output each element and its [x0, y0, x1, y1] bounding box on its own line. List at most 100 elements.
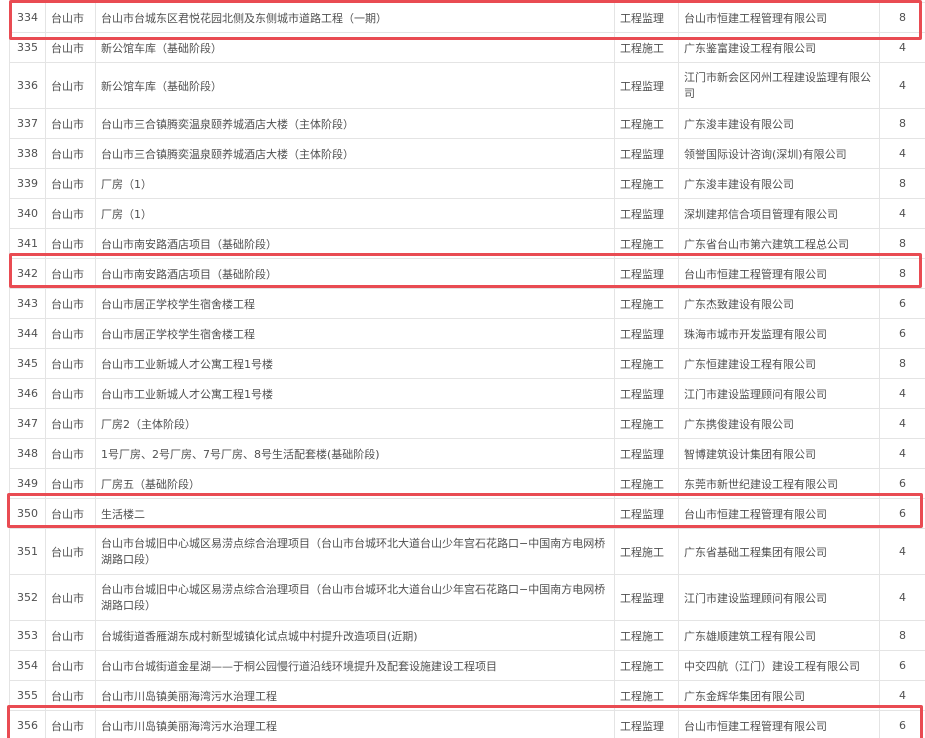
- table-row: 335 台山市 新公馆车库（基础阶段） 工程施工 广东鉴富建设工程有限公司 4: [9, 32, 925, 63]
- row-number: 354: [9, 650, 46, 681]
- score-cell: 8: [879, 168, 925, 199]
- score-cell: 4: [879, 198, 925, 229]
- work-type-cell: 工程监理: [614, 574, 679, 621]
- table-row: 356 台山市 台山市川岛镇美丽海湾污水治理工程 工程监理 台山市恒建工程管理有限公司 6: [9, 710, 925, 738]
- project-name-cell: 台山市三合镇腾奕温泉颐养城酒店大楼（主体阶段）: [95, 108, 615, 139]
- project-name-cell: 台城街道香雁湖东成村新型城镇化试点城中村提升改造项目(近期): [95, 620, 615, 651]
- score-cell: 4: [879, 138, 925, 169]
- table-row: 352 台山市 台山市台城旧中心城区易涝点综合治理项目（台山市台城环北大道台山少年宫…: [9, 574, 925, 621]
- row-number: 335: [9, 32, 46, 63]
- project-name-cell: 台山市台城东区君悦花园北侧及东侧城市道路工程（一期）: [95, 2, 615, 33]
- score-cell: 8: [879, 228, 925, 259]
- row-number: 353: [9, 620, 46, 651]
- project-name-cell: 台山市川岛镇美丽海湾污水治理工程: [95, 710, 615, 738]
- row-number: 351: [9, 528, 46, 575]
- score-cell: 4: [879, 32, 925, 63]
- company-cell: 广东鉴富建设工程有限公司: [678, 32, 880, 63]
- city-cell: 台山市: [45, 498, 96, 529]
- city-cell: 台山市: [45, 620, 96, 651]
- city-cell: 台山市: [45, 2, 96, 33]
- score-cell: 4: [879, 574, 925, 621]
- row-number: 342: [9, 258, 46, 289]
- table-row: 343 台山市 台山市居正学校学生宿舍楼工程 工程施工 广东杰致建设有限公司 6: [9, 288, 925, 319]
- row-number: 337: [9, 108, 46, 139]
- work-type-cell: 工程施工: [614, 650, 679, 681]
- city-cell: 台山市: [45, 318, 96, 349]
- score-cell: 4: [879, 62, 925, 109]
- project-name-cell: 台山市工业新城人才公寓工程1号楼: [95, 378, 615, 409]
- row-number: 339: [9, 168, 46, 199]
- work-type-cell: 工程监理: [614, 258, 679, 289]
- project-name-cell: 台山市台城旧中心城区易涝点综合治理项目（台山市台城环北大道台山少年宫石花路口−中…: [95, 574, 615, 621]
- table-body: 334 台山市 台山市台城东区君悦花园北侧及东侧城市道路工程（一期） 工程监理 台山市恒…: [9, 2, 925, 738]
- table-row: 345 台山市 台山市工业新城人才公寓工程1号楼 工程施工 广东恒建建设工程有限公司 8: [9, 348, 925, 379]
- table-row: 342 台山市 台山市南安路酒店项目（基础阶段） 工程监理 台山市恒建工程管理有限公司 8: [9, 258, 925, 289]
- company-cell: 广东金辉华集团有限公司: [678, 680, 880, 711]
- company-cell: 领誉国际设计咨询(深圳)有限公司: [678, 138, 880, 169]
- data-table: 334 台山市 台山市台城东区君悦花园北侧及东侧城市道路工程（一期） 工程监理 台山市恒…: [9, 2, 925, 738]
- work-type-cell: 工程施工: [614, 408, 679, 439]
- work-type-cell: 工程施工: [614, 108, 679, 139]
- company-cell: 深圳建邦信合项目管理有限公司: [678, 198, 880, 229]
- project-name-cell: 生活楼二: [95, 498, 615, 529]
- company-cell: 江门市新会区冈州工程建设监理有限公司: [678, 62, 880, 109]
- company-cell: 广东携俊建设有限公司: [678, 408, 880, 439]
- city-cell: 台山市: [45, 108, 96, 139]
- work-type-cell: 工程施工: [614, 32, 679, 63]
- project-name-cell: 厂房（1）: [95, 198, 615, 229]
- company-cell: 广东恒建建设工程有限公司: [678, 348, 880, 379]
- company-cell: 东莞市新世纪建设工程有限公司: [678, 468, 880, 499]
- score-cell: 8: [879, 620, 925, 651]
- company-cell: 智博建筑设计集团有限公司: [678, 438, 880, 469]
- row-number: 348: [9, 438, 46, 469]
- work-type-cell: 工程监理: [614, 498, 679, 529]
- row-number: 347: [9, 408, 46, 439]
- work-type-cell: 工程监理: [614, 438, 679, 469]
- city-cell: 台山市: [45, 680, 96, 711]
- table-row: 351 台山市 台山市台城旧中心城区易涝点综合治理项目（台山市台城环北大道台山少年宫…: [9, 528, 925, 575]
- city-cell: 台山市: [45, 408, 96, 439]
- table-row: 337 台山市 台山市三合镇腾奕温泉颐养城酒店大楼（主体阶段） 工程施工 广东浚丰建设有…: [9, 108, 925, 139]
- city-cell: 台山市: [45, 378, 96, 409]
- project-name-cell: 台山市工业新城人才公寓工程1号楼: [95, 348, 615, 379]
- work-type-cell: 工程施工: [614, 680, 679, 711]
- row-number: 340: [9, 198, 46, 229]
- city-cell: 台山市: [45, 348, 96, 379]
- row-number: 349: [9, 468, 46, 499]
- work-type-cell: 工程监理: [614, 62, 679, 109]
- company-cell: 广东省台山市第六建筑工程总公司: [678, 228, 880, 259]
- score-cell: 8: [879, 2, 925, 33]
- project-name-cell: 台山市三合镇腾奕温泉颐养城酒店大楼（主体阶段）: [95, 138, 615, 169]
- company-cell: 广东杰致建设有限公司: [678, 288, 880, 319]
- company-cell: 广东浚丰建设有限公司: [678, 168, 880, 199]
- city-cell: 台山市: [45, 438, 96, 469]
- table-row: 353 台山市 台城街道香雁湖东成村新型城镇化试点城中村提升改造项目(近期) 工程施工…: [9, 620, 925, 651]
- table-row: 347 台山市 厂房2（主体阶段） 工程施工 广东携俊建设有限公司 4: [9, 408, 925, 439]
- table-container[interactable]: 334 台山市 台山市台城东区君悦花园北侧及东侧城市道路工程（一期） 工程监理 台山市恒…: [0, 2, 925, 738]
- project-name-cell: 厂房五（基础阶段）: [95, 468, 615, 499]
- table-row: 355 台山市 台山市川岛镇美丽海湾污水治理工程 工程施工 广东金辉华集团有限公司 4: [9, 680, 925, 711]
- work-type-cell: 工程监理: [614, 198, 679, 229]
- project-name-cell: 新公馆车库（基础阶段）: [95, 62, 615, 109]
- company-cell: 江门市建设监理顾问有限公司: [678, 574, 880, 621]
- city-cell: 台山市: [45, 468, 96, 499]
- work-type-cell: 工程施工: [614, 620, 679, 651]
- table-row: 341 台山市 台山市南安路酒店项目（基础阶段） 工程施工 广东省台山市第六建筑工程总公…: [9, 228, 925, 259]
- score-cell: 6: [879, 318, 925, 349]
- score-cell: 4: [879, 378, 925, 409]
- row-number: 345: [9, 348, 46, 379]
- score-cell: 8: [879, 348, 925, 379]
- work-type-cell: 工程施工: [614, 228, 679, 259]
- score-cell: 4: [879, 680, 925, 711]
- company-cell: 江门市建设监理顾问有限公司: [678, 378, 880, 409]
- score-cell: 8: [879, 108, 925, 139]
- work-type-cell: 工程监理: [614, 710, 679, 738]
- score-cell: 4: [879, 438, 925, 469]
- project-name-cell: 台山市台城街道金星湖——于桐公园慢行道沿线环境提升及配套设施建设工程项目: [95, 650, 615, 681]
- score-cell: 6: [879, 650, 925, 681]
- row-number: 350: [9, 498, 46, 529]
- row-number: 336: [9, 62, 46, 109]
- row-number: 338: [9, 138, 46, 169]
- project-name-cell: 台山市南安路酒店项目（基础阶段）: [95, 228, 615, 259]
- row-number: 346: [9, 378, 46, 409]
